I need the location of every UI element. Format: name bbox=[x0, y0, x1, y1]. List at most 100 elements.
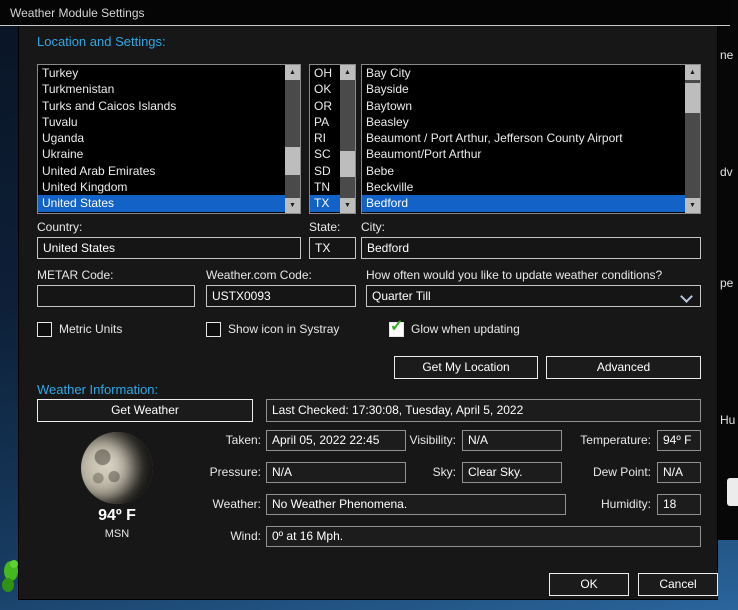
state-listbox[interactable]: OHOKORPARISCSDTNTX ▲ ▼ bbox=[309, 64, 356, 214]
weather-label: Weather: bbox=[149, 494, 261, 515]
list-item[interactable]: Beckville bbox=[362, 179, 685, 195]
screen: ne dv pe Hu Weather Module Settings Loca… bbox=[0, 0, 738, 610]
checkbox-label: Show icon in Systray bbox=[228, 322, 339, 336]
sky-field: Clear Sky. bbox=[462, 462, 562, 483]
humidity-field: 18 bbox=[657, 494, 701, 515]
humidity-label: Humidity: bbox=[559, 494, 651, 515]
metric-units-checkbox[interactable]: Metric Units bbox=[37, 322, 122, 336]
list-item[interactable]: SC bbox=[310, 146, 340, 162]
list-item[interactable]: United Kingdom bbox=[38, 179, 285, 195]
get-my-location-button[interactable]: Get My Location bbox=[394, 356, 538, 379]
list-item[interactable]: TX bbox=[310, 195, 340, 211]
city-listbox[interactable]: Bay CityBaysideBaytownBeasleyBeaumont / … bbox=[361, 64, 701, 214]
country-label: Country: bbox=[37, 220, 82, 234]
list-item[interactable]: Turkmenistan bbox=[38, 81, 285, 97]
scroll-down-icon[interactable]: ▼ bbox=[340, 198, 355, 213]
checkbox-label: Metric Units bbox=[59, 322, 122, 336]
city-scrollbar[interactable]: ▲ ▼ bbox=[685, 65, 700, 213]
background-text-fragment: ne bbox=[720, 48, 733, 62]
scroll-up-icon[interactable]: ▲ bbox=[285, 65, 300, 80]
scroll-down-icon[interactable]: ▼ bbox=[285, 198, 300, 213]
chevron-down-icon[interactable] bbox=[680, 290, 693, 303]
background-text-fragment: Hu bbox=[720, 413, 735, 427]
list-item[interactable]: Bedford bbox=[362, 195, 685, 211]
metar-code-label: METAR Code: bbox=[37, 268, 113, 282]
list-item[interactable]: United States bbox=[38, 195, 285, 211]
list-item[interactable]: PA bbox=[310, 114, 340, 130]
state-list-items: OHOKORPARISCSDTNTX bbox=[310, 65, 340, 213]
cancel-button[interactable]: Cancel bbox=[638, 573, 718, 596]
wind-field: 0º at 16 Mph. bbox=[266, 526, 701, 547]
dew-point-field: N/A bbox=[657, 462, 701, 483]
moon-phase-icon bbox=[81, 432, 153, 504]
scrollbar-thumb[interactable] bbox=[285, 147, 300, 175]
window-titlebar[interactable]: Weather Module Settings bbox=[0, 0, 730, 26]
list-item[interactable]: Tuvalu bbox=[38, 114, 285, 130]
list-item[interactable]: Turkey bbox=[38, 65, 285, 81]
list-item[interactable]: SD bbox=[310, 163, 340, 179]
dropdown-selected-value: Quarter Till bbox=[372, 289, 431, 303]
list-item[interactable]: Ukraine bbox=[38, 146, 285, 162]
scroll-up-icon[interactable]: ▲ bbox=[685, 65, 700, 80]
background-window-strip: ne dv pe Hu bbox=[718, 0, 738, 540]
advanced-button[interactable]: Advanced bbox=[546, 356, 701, 379]
list-item[interactable]: OH bbox=[310, 65, 340, 81]
pressure-label: Pressure: bbox=[149, 462, 261, 483]
sky-label: Sky: bbox=[379, 462, 456, 483]
list-item[interactable]: Baytown bbox=[362, 98, 685, 114]
temperature-field: 94º F bbox=[657, 430, 701, 451]
list-item[interactable]: Beaumont/Port Arthur bbox=[362, 146, 685, 162]
visibility-field: N/A bbox=[462, 430, 562, 451]
metar-code-input[interactable] bbox=[37, 285, 195, 307]
update-frequency-dropdown[interactable]: Quarter Till bbox=[366, 285, 701, 307]
glow-when-updating-checkbox[interactable]: Glow when updating bbox=[389, 322, 520, 336]
list-item[interactable]: United Arab Emirates bbox=[38, 163, 285, 179]
state-label: State: bbox=[309, 220, 340, 234]
scroll-up-icon[interactable]: ▲ bbox=[340, 65, 355, 80]
weathercom-code-label: Weather.com Code: bbox=[206, 268, 312, 282]
list-item[interactable]: Beasley bbox=[362, 114, 685, 130]
list-item[interactable]: Turks and Caicos Islands bbox=[38, 98, 285, 114]
city-label: City: bbox=[361, 220, 385, 234]
country-list-items: TurkeyTurkmenistanTurks and Caicos Islan… bbox=[38, 65, 285, 213]
scroll-down-icon[interactable]: ▼ bbox=[685, 198, 700, 213]
country-input[interactable] bbox=[37, 237, 301, 259]
list-item[interactable]: Bay City bbox=[362, 65, 685, 81]
window-title: Weather Module Settings bbox=[0, 6, 145, 20]
list-item[interactable]: TN bbox=[310, 179, 340, 195]
country-listbox[interactable]: TurkeyTurkmenistanTurks and Caicos Islan… bbox=[37, 64, 301, 214]
background-text-fragment: pe bbox=[720, 276, 733, 290]
list-item[interactable]: Bayside bbox=[362, 81, 685, 97]
list-item[interactable]: OK bbox=[310, 81, 340, 97]
weather-field: No Weather Phenomena. bbox=[266, 494, 566, 515]
list-item[interactable]: Uganda bbox=[38, 130, 285, 146]
checkbox-label: Glow when updating bbox=[411, 322, 520, 336]
systray-icon-checkbox[interactable]: Show icon in Systray bbox=[206, 322, 339, 336]
temperature-label: Temperature: bbox=[559, 430, 651, 451]
list-item[interactable]: RI bbox=[310, 130, 340, 146]
wind-label: Wind: bbox=[149, 526, 261, 547]
background-text-fragment: dv bbox=[720, 165, 733, 179]
section-weather-heading: Weather Information: bbox=[37, 382, 158, 397]
ok-button[interactable]: OK bbox=[549, 573, 629, 596]
get-weather-button[interactable]: Get Weather bbox=[37, 399, 253, 422]
dew-point-label: Dew Point: bbox=[559, 462, 651, 483]
weathercom-code-input[interactable] bbox=[206, 285, 356, 307]
checkbox-box[interactable] bbox=[206, 322, 221, 337]
background-window-fragment bbox=[727, 478, 738, 506]
last-checked-field: Last Checked: 17:30:08, Tuesday, April 5… bbox=[266, 399, 701, 422]
update-frequency-label: How often would you like to update weath… bbox=[366, 268, 662, 282]
state-input[interactable] bbox=[309, 237, 356, 259]
city-input[interactable] bbox=[361, 237, 701, 259]
taken-label: Taken: bbox=[149, 430, 261, 451]
section-location-heading: Location and Settings: bbox=[37, 34, 166, 49]
list-item[interactable]: Bebe bbox=[362, 163, 685, 179]
checkbox-box[interactable] bbox=[389, 322, 404, 337]
country-scrollbar[interactable]: ▲ ▼ bbox=[285, 65, 300, 213]
list-item[interactable]: OR bbox=[310, 98, 340, 114]
checkbox-box[interactable] bbox=[37, 322, 52, 337]
scrollbar-thumb[interactable] bbox=[340, 151, 355, 177]
scrollbar-thumb[interactable] bbox=[685, 83, 700, 113]
list-item[interactable]: Beaumont / Port Arthur, Jefferson County… bbox=[362, 130, 685, 146]
state-scrollbar[interactable]: ▲ ▼ bbox=[340, 65, 355, 213]
